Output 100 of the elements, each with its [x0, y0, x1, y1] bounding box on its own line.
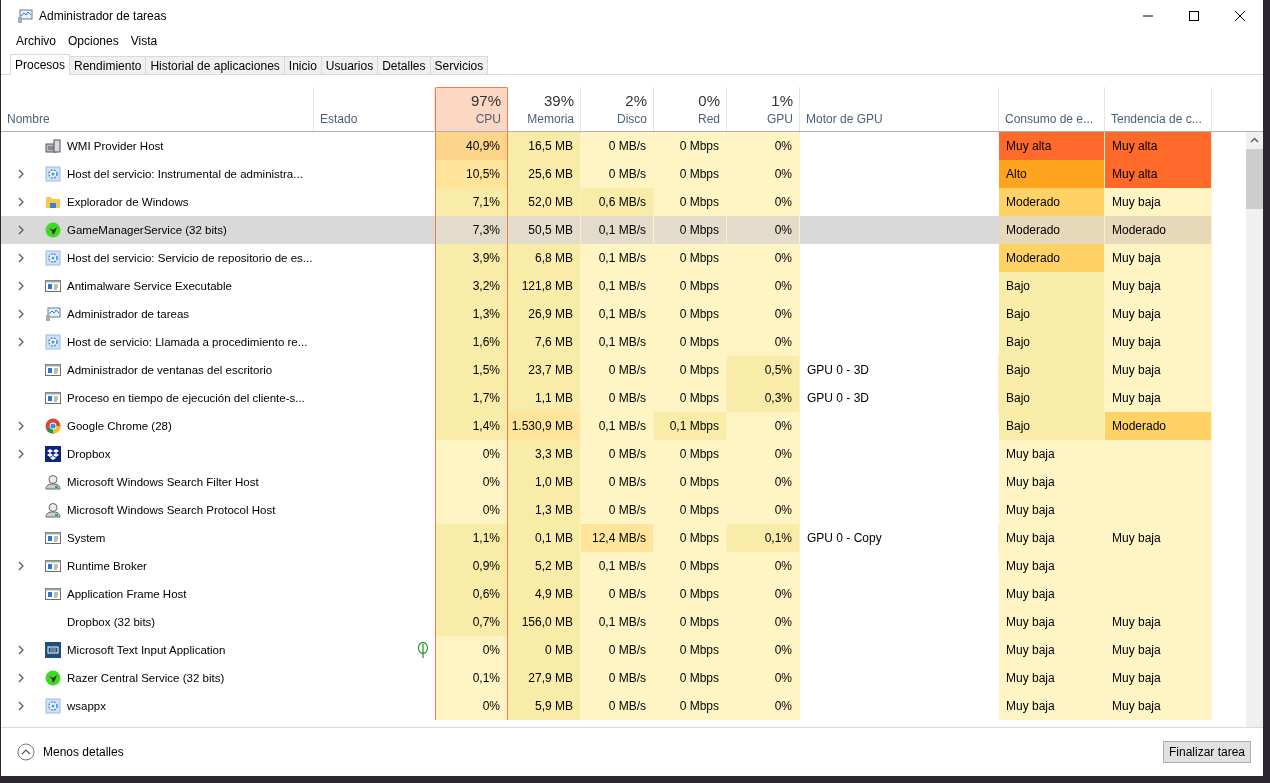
menu-item[interactable]: Opciones [62, 34, 125, 48]
table-cell: 0% [727, 188, 800, 216]
table-cell: Muy baja [999, 468, 1105, 496]
column-header[interactable]: 39% Memoria [508, 87, 581, 131]
column-header[interactable]: 0% Red [654, 87, 727, 131]
process-row[interactable]: GameManagerService (32 bits) 7,3% 50,5 MB 0,1 MB/s 0 Mbps 0% Moderado Moderado [1, 216, 1212, 244]
table-cell: Muy baja [1105, 272, 1212, 300]
table-cell: Muy baja [1105, 384, 1212, 412]
snake-logo-icon [45, 222, 61, 238]
process-row[interactable]: Proceso en tiempo de ejecución del cliente-s... 1,7% 1,1 MB 0 MB/s 0 Mbps 0,3% GPU 0 - 3D Bajo Muy baja [1, 384, 1212, 412]
table-cell: 0 Mbps [654, 216, 727, 244]
process-row[interactable]: Google Chrome (28) 1,4% 1.530,9 MB 0,1 MB/s 0,1 Mbps 0% Bajo Moderado [1, 412, 1212, 440]
tab[interactable]: Historial de aplicaciones [145, 56, 285, 74]
table-cell: Muy baja [999, 496, 1105, 524]
process-row[interactable]: Antimalware Service Executable 3,2% 121,8 MB 0,1 MB/s 0 Mbps 0% Bajo Muy baja [1, 272, 1212, 300]
process-row[interactable]: System 1,1% 0,1 MB 12,4 MB/s 0 Mbps 0,1% GPU 0 - Copy Muy baja Muy baja [1, 524, 1212, 552]
table-cell: 1,1 MB [508, 384, 581, 412]
process-name: Host de servicio: Llamada a procedimiento re... [67, 336, 308, 348]
monitor-chart-icon [17, 8, 33, 24]
tab[interactable]: Servicios [429, 56, 489, 74]
process-row[interactable]: Host del servicio: Servicio de repositorio de es... 3,9% 6,8 MB 0,1 MB/s 0 Mbps 0% Moderado Muy baja [1, 244, 1212, 272]
table-cell: 0 MB/s [581, 132, 654, 160]
table-cell: 7,1% [435, 188, 508, 216]
collapse-icon[interactable] [17, 743, 35, 761]
process-row[interactable]: Runtime Broker 0,9% 5,2 MB 0,1 MB/s 0 Mbps 0% Muy baja [1, 552, 1212, 580]
column-header[interactable]: Nombre [1, 87, 314, 131]
tab[interactable]: Procesos [10, 54, 71, 75]
table-cell: 0% [727, 664, 800, 692]
table-cell: 4,9 MB [508, 580, 581, 608]
tab[interactable]: Rendimiento [69, 56, 147, 74]
column-header[interactable]: 2% Disco [581, 87, 654, 131]
menu-item[interactable]: Archivo [10, 34, 62, 48]
process-name: Dropbox (32 bits) [67, 616, 156, 628]
table-cell: 0% [727, 468, 800, 496]
table-cell: 0% [435, 496, 508, 524]
table-cell: 0 Mbps [654, 468, 727, 496]
column-header[interactable]: 1% GPU [727, 87, 800, 131]
table-cell: Alto [999, 160, 1105, 188]
process-row[interactable]: Razer Central Service (32 bits) 0,1% 27,9 MB 0 MB/s 0 Mbps 0% Muy baja Muy baja [1, 664, 1212, 692]
column-header[interactable]: Tendencia de c... [1105, 87, 1212, 131]
tab[interactable]: Detalles [377, 56, 431, 74]
process-name: Application Frame Host [67, 588, 187, 600]
table-cell: 0 Mbps [654, 692, 727, 720]
menu-item[interactable]: Vista [124, 34, 164, 48]
table-cell: 0,1 MB/s [581, 300, 654, 328]
table-cell: Muy baja [1105, 692, 1212, 720]
process-row[interactable]: Administrador de tareas 1,3% 26,9 MB 0,1 MB/s 0 Mbps 0% Bajo Muy baja [1, 300, 1212, 328]
table-cell: 0 Mbps [654, 132, 727, 160]
process-row[interactable]: Microsoft Windows Search Filter Host 0% 1,0 MB 0 MB/s 0 Mbps 0% Muy baja [1, 468, 1212, 496]
table-cell: 0 MB/s [581, 160, 654, 188]
tab[interactable]: Inicio [283, 56, 322, 74]
scroll-thumb[interactable] [1246, 149, 1263, 209]
process-row[interactable]: Administrador de ventanas del escritorio 1,5% 23,7 MB 0 MB/s 0 Mbps 0,5% GPU 0 - 3D Bajo Muy baja [1, 356, 1212, 384]
table-cell: 0 Mbps [654, 636, 727, 664]
process-row[interactable]: Microsoft Windows Search Protocol Host 0% 1,3 MB 0 MB/s 0 Mbps 0% Muy baja [1, 496, 1212, 524]
process-name: Google Chrome (28) [67, 420, 172, 432]
table-cell: 0 Mbps [654, 580, 727, 608]
process-row[interactable]: Host de servicio: Llamada a procedimiento re... 1,6% 7,6 MB 0,1 MB/s 0 Mbps 0% Bajo Muy baja [1, 328, 1212, 356]
folder-icon [45, 194, 61, 210]
end-task-button[interactable]: Finalizar tarea [1162, 741, 1251, 763]
scrollbar[interactable] [1246, 132, 1263, 727]
process-row[interactable]: Host del servicio: Instrumental de administra... 10,5% 25,6 MB 0 MB/s 0 Mbps 0% Alto Muy alta [1, 160, 1212, 188]
process-row[interactable]: wsappx 0% 5,9 MB 0 MB/s 0 Mbps 0% Muy baja Muy baja [1, 692, 1212, 720]
process-row[interactable]: Microsoft Text Input Application 0% 0 MB 0 MB/s 0 Mbps 0% Muy baja Muy baja [1, 636, 1212, 664]
process-row[interactable]: Dropbox (32 bits) 0,7% 156,0 MB 0,1 MB/s 0 Mbps 0% Muy baja Muy baja [1, 608, 1212, 636]
table-cell: 0 MB/s [581, 664, 654, 692]
table-cell: Bajo [999, 328, 1105, 356]
table-cell: Muy baja [999, 580, 1105, 608]
close-icon[interactable] [1235, 11, 1245, 21]
process-name: Host del servicio: Instrumental de administra... [67, 168, 303, 180]
table-cell: 3,3 MB [508, 440, 581, 468]
column-header[interactable]: Consumo de e... [999, 87, 1105, 131]
process-row[interactable]: Explorador de Windows 7,1% 52,0 MB 0,6 MB/s 0 Mbps 0% Moderado Muy baja [1, 188, 1212, 216]
table-cell: 1,0 MB [508, 468, 581, 496]
monitor-chart-icon [45, 306, 61, 322]
maximize-icon[interactable] [1189, 11, 1199, 21]
dropbox-icon [45, 446, 61, 462]
chrome-icon [45, 418, 61, 434]
window-icon [45, 362, 61, 378]
table-cell: 0 MB/s [581, 468, 654, 496]
table-cell: Moderado [999, 188, 1105, 216]
column-header[interactable]: 97% CPU [435, 87, 508, 131]
column-header[interactable]: Motor de GPU [800, 87, 999, 131]
table-cell: 0,1% [727, 524, 800, 552]
table-cell: 1,4% [435, 412, 508, 440]
window-icon [45, 390, 61, 406]
process-row[interactable]: WMI Provider Host 40,9% 16,5 MB 0 MB/s 0 Mbps 0% Muy alta Muy alta [1, 132, 1212, 160]
process-row[interactable]: Application Frame Host 0,6% 4,9 MB 0 MB/s 0 Mbps 0% Muy baja [1, 580, 1212, 608]
table-cell: 0,5% [727, 356, 800, 384]
table-cell: 0% [727, 608, 800, 636]
table-cell: 0 Mbps [654, 244, 727, 272]
tab[interactable]: Usuarios [320, 56, 379, 74]
table-cell: Bajo [999, 300, 1105, 328]
process-row[interactable]: Dropbox 0% 3,3 MB 0 MB/s 0 Mbps 0% Muy baja [1, 440, 1212, 468]
process-name: Dropbox [67, 448, 111, 460]
table-cell: 6,8 MB [508, 244, 581, 272]
table-cell: 0 Mbps [654, 188, 727, 216]
table-cell: 1,7% [435, 384, 508, 412]
table-cell: 0% [727, 440, 800, 468]
fewer-details-toggle[interactable]: Menos detalles [17, 743, 124, 761]
